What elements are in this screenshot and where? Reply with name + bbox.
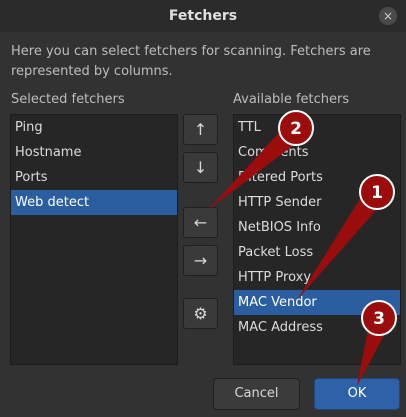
- list-item[interactable]: Hostname: [11, 140, 177, 165]
- ok-button[interactable]: OK: [314, 378, 400, 410]
- list-item[interactable]: NetBIOS Info: [234, 215, 400, 240]
- arrow-up-icon: ↑: [193, 120, 208, 139]
- list-item-selected[interactable]: Web detect: [11, 190, 177, 215]
- add-fetcher-button[interactable]: ←: [183, 207, 218, 238]
- list-item[interactable]: Filtered Ports: [234, 165, 400, 190]
- list-item[interactable]: Comments: [234, 140, 400, 165]
- cancel-button[interactable]: Cancel: [213, 378, 300, 410]
- description-text: Here you can select fetchers for scannin…: [11, 44, 371, 79]
- arrow-down-icon: ↓: [193, 158, 208, 177]
- title-bar: Fetchers ×: [0, 0, 406, 32]
- list-item[interactable]: HTTP Sender: [234, 190, 400, 215]
- list-item-selected[interactable]: MAC Vendor: [234, 290, 400, 315]
- arrow-right-icon: →: [193, 251, 208, 270]
- selected-fetchers-label: Selected fetchers: [11, 92, 125, 107]
- window-title: Fetchers: [168, 8, 238, 24]
- list-item[interactable]: Ports: [11, 165, 177, 190]
- list-item[interactable]: MAC Address: [234, 315, 400, 340]
- remove-fetcher-button[interactable]: →: [183, 245, 218, 276]
- close-button[interactable]: ×: [379, 7, 397, 25]
- list-item[interactable]: Packet Loss: [234, 240, 400, 265]
- list-item[interactable]: TTL: [234, 115, 400, 140]
- close-icon: ×: [382, 9, 394, 23]
- available-fetchers-list[interactable]: TTL Comments Filtered Ports HTTP Sender …: [233, 114, 401, 365]
- fetchers-dialog: Fetchers × Here you can select fetchers …: [0, 0, 406, 417]
- list-item[interactable]: HTTP Proxy: [234, 265, 400, 290]
- arrow-left-icon: ←: [193, 213, 208, 232]
- selected-fetchers-list[interactable]: Ping Hostname Ports Web detect: [10, 114, 178, 365]
- list-item[interactable]: Ping: [11, 115, 177, 140]
- gear-icon: ⚙: [193, 304, 208, 323]
- move-up-button[interactable]: ↑: [183, 114, 218, 145]
- move-down-button[interactable]: ↓: [183, 152, 218, 183]
- fetcher-settings-button[interactable]: ⚙: [183, 298, 218, 329]
- available-fetchers-label: Available fetchers: [233, 92, 350, 107]
